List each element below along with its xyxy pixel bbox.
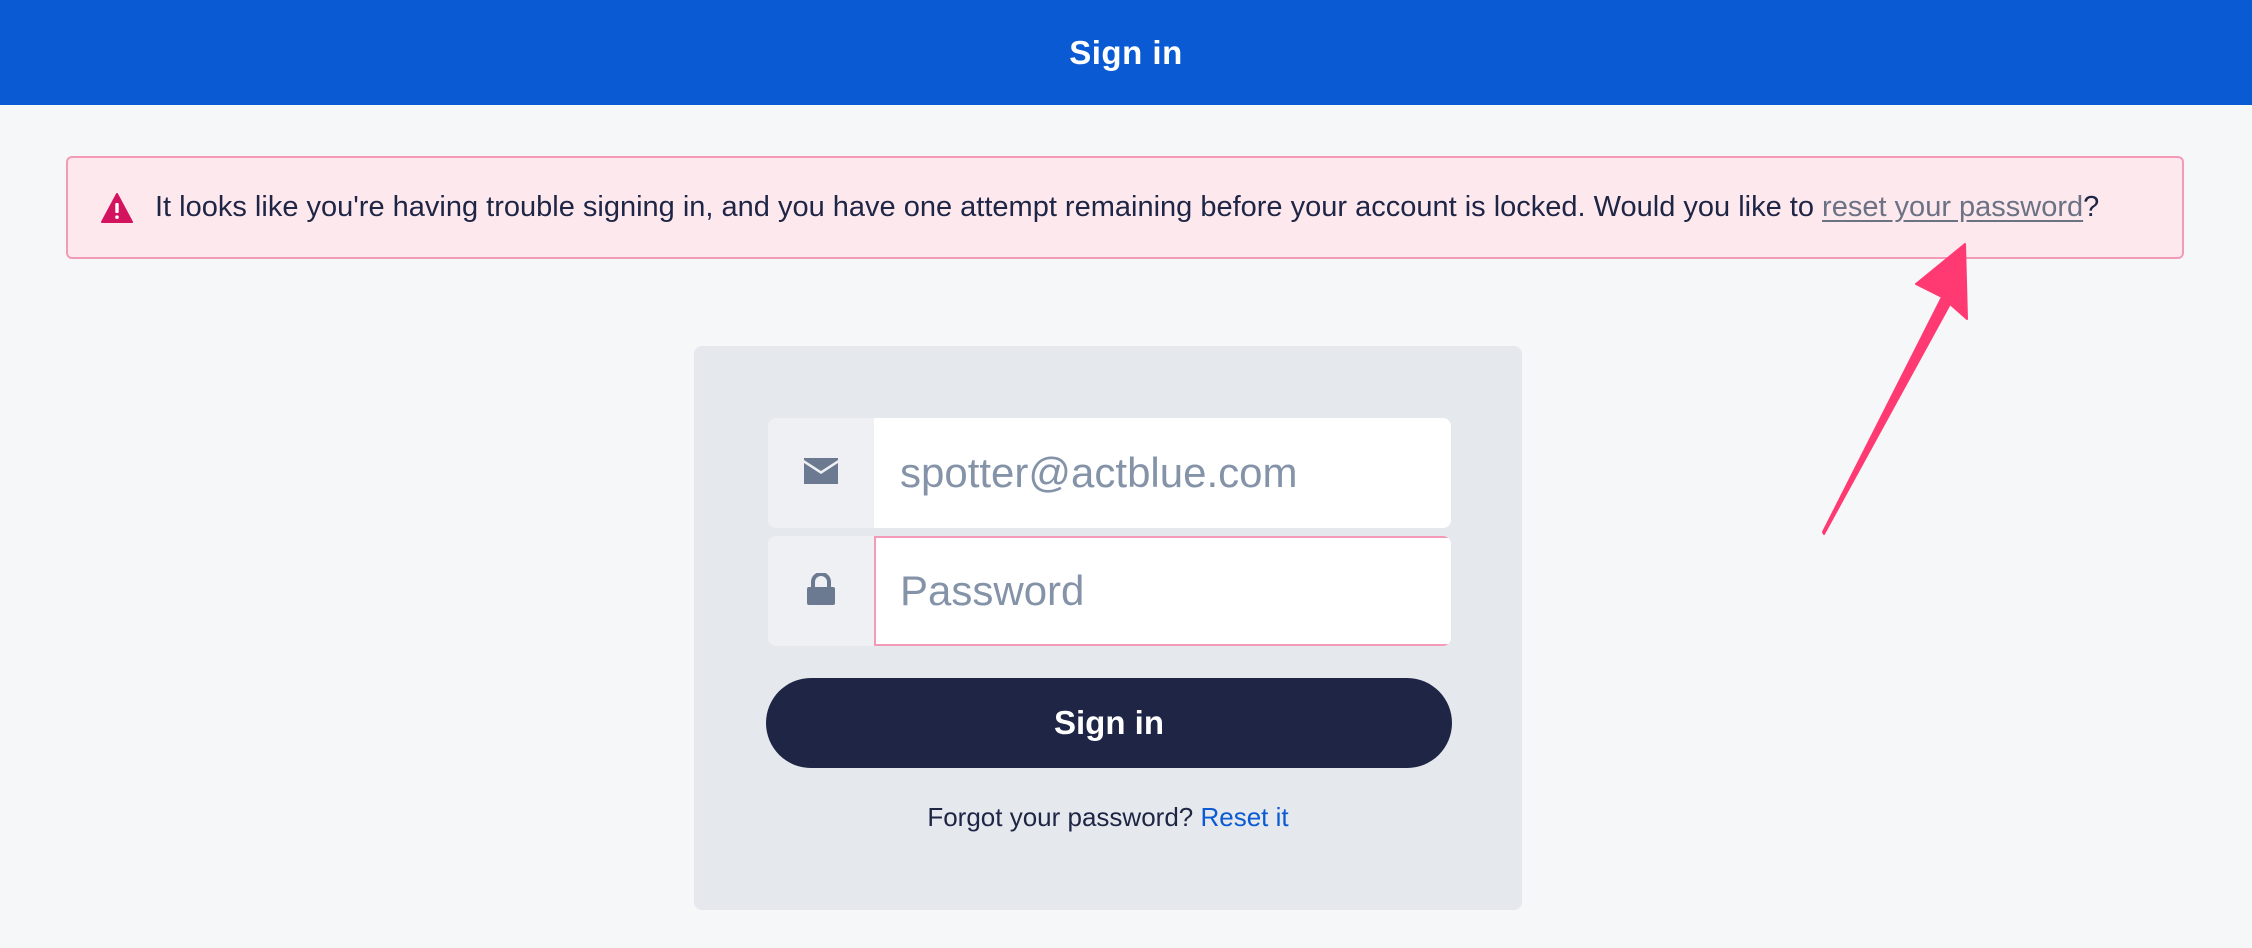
warning-icon bbox=[101, 192, 133, 223]
alert-message: It looks like you're having trouble sign… bbox=[155, 191, 2099, 224]
envelope-icon bbox=[804, 457, 838, 489]
password-field bbox=[768, 536, 1451, 646]
reset-password-link[interactable]: reset your password bbox=[1822, 191, 2083, 223]
sign-in-card: Sign in Forgot your password? Reset it bbox=[694, 346, 1522, 910]
annotation-arrow bbox=[1822, 243, 1968, 535]
forgot-password-text: Forgot your password? bbox=[927, 802, 1194, 832]
top-bar: Sign in bbox=[0, 0, 2252, 105]
password-input[interactable] bbox=[874, 536, 1451, 646]
lock-icon bbox=[806, 571, 836, 610]
email-input[interactable] bbox=[874, 418, 1451, 528]
password-icon-box bbox=[768, 536, 874, 646]
email-icon-box bbox=[768, 418, 874, 528]
forgot-password-row: Forgot your password? Reset it bbox=[694, 802, 1522, 833]
reset-it-link[interactable]: Reset it bbox=[1200, 802, 1288, 832]
sign-in-button[interactable]: Sign in bbox=[766, 678, 1452, 768]
email-field bbox=[768, 418, 1451, 528]
alert-text-before: It looks like you're having trouble sign… bbox=[155, 191, 1823, 223]
alert-text-after: ? bbox=[2083, 191, 2100, 223]
warning-alert: It looks like you're having trouble sign… bbox=[66, 156, 2184, 259]
page-title: Sign in bbox=[1069, 33, 1183, 71]
